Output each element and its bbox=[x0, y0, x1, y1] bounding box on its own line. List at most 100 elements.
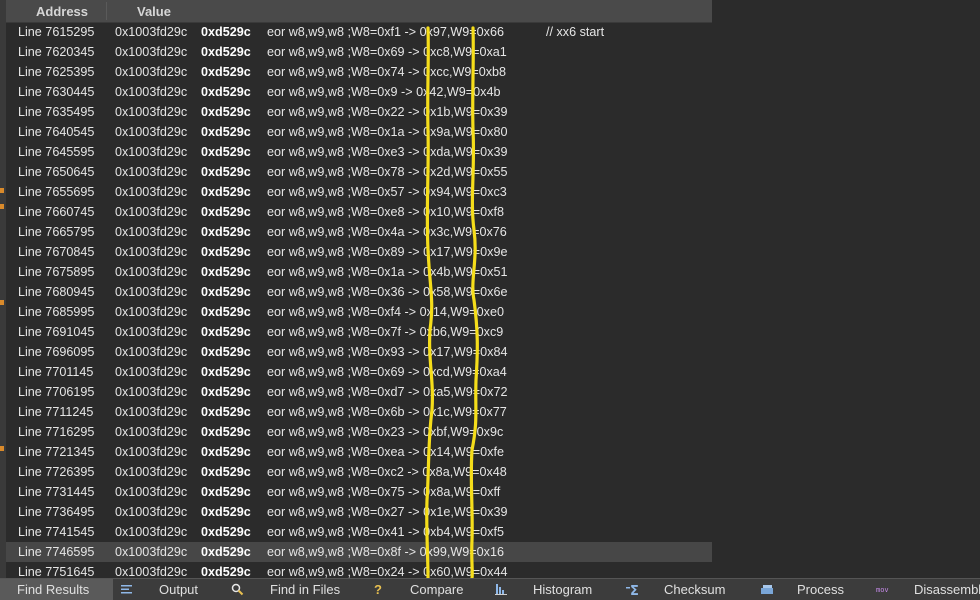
address-cell: 0x1003fd29c bbox=[115, 445, 188, 459]
instruction-cell: eor w8,w9,w8 ;W8=0x22 -> 0x1b,W9=0x39 bbox=[267, 105, 508, 119]
tab-find-results[interactable]: Find Results bbox=[0, 579, 113, 600]
line-number: Line 7726395 bbox=[18, 465, 95, 479]
address-cell: 0x1003fd29c bbox=[115, 265, 188, 279]
result-row[interactable]: Line 7635495 0x1003fd29c 0xd529c eor w8,w9,… bbox=[6, 102, 712, 122]
result-row[interactable]: Line 7751645 0x1003fd29c 0xd529c eor w8,w9,… bbox=[6, 562, 712, 578]
result-row[interactable]: Line 7696095 0x1003fd29c 0xd529c eor w8,w9,… bbox=[6, 342, 712, 362]
instruction-cell: eor w8,w9,w8 ;W8=0x7f -> 0xb6,W9=0xc9 bbox=[267, 325, 504, 339]
result-row[interactable]: Line 7665795 0x1003fd29c 0xd529c eor w8,w9,… bbox=[6, 222, 712, 242]
tab-checksum[interactable]: Σ Checksum bbox=[626, 579, 746, 600]
tab-disassembly[interactable]: mov Disassembly bbox=[876, 579, 980, 600]
line-number: Line 7751645 bbox=[18, 565, 95, 578]
line-number: Line 7696095 bbox=[18, 345, 95, 359]
result-row[interactable]: Line 7746595 0x1003fd29c 0xd529c eor w8,w9,… bbox=[6, 542, 712, 562]
value-cell: 0xd529c bbox=[201, 445, 251, 459]
address-cell: 0x1003fd29c bbox=[115, 345, 188, 359]
result-row[interactable]: Line 7660745 0x1003fd29c 0xd529c eor w8,w9,… bbox=[6, 202, 712, 222]
tab-label: Output bbox=[159, 582, 199, 597]
line-number: Line 7706195 bbox=[18, 385, 95, 399]
address-cell: 0x1003fd29c bbox=[115, 205, 188, 219]
tab-label: Histogram bbox=[533, 582, 593, 597]
address-cell: 0x1003fd29c bbox=[115, 25, 188, 39]
result-row[interactable]: Line 7721345 0x1003fd29c 0xd529c eor w8,w9,… bbox=[6, 442, 712, 462]
value-cell: 0xd529c bbox=[201, 465, 251, 479]
find-results-table: Address Value Line 7615295 0x1003fd29c 0xd… bbox=[6, 0, 712, 578]
result-row[interactable]: Line 7716295 0x1003fd29c 0xd529c eor w8,w9,… bbox=[6, 422, 712, 442]
instruction-cell: eor w8,w9,w8 ;W8=0x6b -> 0x1c,W9=0x77 bbox=[267, 405, 507, 419]
gutter-marker bbox=[0, 300, 4, 305]
value-cell: 0xd529c bbox=[201, 145, 251, 159]
result-row[interactable]: Line 7736495 0x1003fd29c 0xd529c eor w8,w9,… bbox=[6, 502, 712, 522]
line-number: Line 7711245 bbox=[18, 405, 94, 419]
find-in-files-icon bbox=[231, 583, 244, 596]
result-row[interactable]: Line 7645595 0x1003fd29c 0xd529c eor w8,w9,… bbox=[6, 142, 712, 162]
result-row[interactable]: Line 7680945 0x1003fd29c 0xd529c eor w8,w9,… bbox=[6, 282, 712, 302]
result-row[interactable]: Line 7706195 0x1003fd29c 0xd529c eor w8,w9,… bbox=[6, 382, 712, 402]
tab-label: Process bbox=[797, 582, 844, 597]
result-row[interactable]: Line 7670845 0x1003fd29c 0xd529c eor w8,w9,… bbox=[6, 242, 712, 262]
line-number: Line 7650645 bbox=[18, 165, 95, 179]
result-row[interactable]: Line 7620345 0x1003fd29c 0xd529c eor w8,w9,… bbox=[6, 42, 712, 62]
tab-process[interactable]: Process bbox=[760, 579, 870, 600]
bottom-tab-bar: Find Results Output Find in Files ? Comp… bbox=[0, 578, 980, 600]
tab-find-in-files[interactable]: Find in Files bbox=[230, 579, 350, 600]
line-number: Line 7731445 bbox=[18, 485, 95, 499]
value-cell: 0xd529c bbox=[201, 25, 251, 39]
result-row[interactable]: Line 7650645 0x1003fd29c 0xd529c eor w8,w9,… bbox=[6, 162, 712, 182]
result-row[interactable]: Line 7640545 0x1003fd29c 0xd529c eor w8,w9,… bbox=[6, 122, 712, 142]
line-number: Line 7615295 bbox=[18, 25, 95, 39]
svg-text:mov: mov bbox=[876, 586, 889, 594]
address-cell: 0x1003fd29c bbox=[115, 485, 188, 499]
address-cell: 0x1003fd29c bbox=[115, 425, 188, 439]
result-row[interactable]: Line 7726395 0x1003fd29c 0xd529c eor w8,w9,… bbox=[6, 462, 712, 482]
gutter-marker bbox=[0, 446, 4, 451]
column-separator[interactable] bbox=[106, 2, 107, 20]
tab-label: Disassembly bbox=[914, 582, 980, 597]
value-cell: 0xd529c bbox=[201, 245, 251, 259]
histogram-icon bbox=[495, 584, 507, 595]
result-row[interactable]: Line 7711245 0x1003fd29c 0xd529c eor w8,w9,… bbox=[6, 402, 712, 422]
result-row[interactable]: Line 7731445 0x1003fd29c 0xd529c eor w8,w9,… bbox=[6, 482, 712, 502]
value-cell: 0xd529c bbox=[201, 225, 251, 239]
address-cell: 0x1003fd29c bbox=[115, 65, 188, 79]
result-row[interactable]: Line 7691045 0x1003fd29c 0xd529c eor w8,w9,… bbox=[6, 322, 712, 342]
column-header-value[interactable]: Value bbox=[137, 4, 171, 19]
table-header: Address Value bbox=[6, 0, 712, 23]
result-row[interactable]: Line 7685995 0x1003fd29c 0xd529c eor w8,w9,… bbox=[6, 302, 712, 322]
instruction-cell: eor w8,w9,w8 ;W8=0x78 -> 0x2d,W9=0x55 bbox=[267, 165, 508, 179]
value-cell: 0xd529c bbox=[201, 405, 251, 419]
result-row[interactable]: Line 7741545 0x1003fd29c 0xd529c eor w8,w9,… bbox=[6, 522, 712, 542]
instruction-cell: eor w8,w9,w8 ;W8=0x69 -> 0xc8,W9=0xa1 bbox=[267, 45, 507, 59]
line-number: Line 7625395 bbox=[18, 65, 95, 79]
result-row[interactable]: Line 7630445 0x1003fd29c 0xd529c eor w8,w9,… bbox=[6, 82, 712, 102]
address-cell: 0x1003fd29c bbox=[115, 165, 188, 179]
tab-compare[interactable]: ? Compare bbox=[372, 579, 482, 600]
result-row[interactable]: Line 7675895 0x1003fd29c 0xd529c eor w8,w9,… bbox=[6, 262, 712, 282]
instruction-cell: eor w8,w9,w8 ;W8=0x23 -> 0xbf,W9=0x9c bbox=[267, 425, 504, 439]
address-cell: 0x1003fd29c bbox=[115, 105, 188, 119]
value-cell: 0xd529c bbox=[201, 205, 251, 219]
disassembly-icon: mov bbox=[876, 586, 889, 594]
instruction-cell: eor w8,w9,w8 ;W8=0xd7 -> 0xa5,W9=0x72 bbox=[267, 385, 508, 399]
column-header-address[interactable]: Address bbox=[36, 4, 88, 19]
tab-histogram[interactable]: Histogram bbox=[494, 579, 614, 600]
tab-output[interactable]: Output bbox=[120, 579, 220, 600]
result-row[interactable]: Line 7701145 0x1003fd29c 0xd529c eor w8,w9,… bbox=[6, 362, 712, 382]
value-cell: 0xd529c bbox=[201, 505, 251, 519]
line-number: Line 7665795 bbox=[18, 225, 95, 239]
instruction-cell: eor w8,w9,w8 ;W8=0xc2 -> 0x8a,W9=0x48 bbox=[267, 465, 507, 479]
address-cell: 0x1003fd29c bbox=[115, 185, 188, 199]
result-row[interactable]: Line 7615295 0x1003fd29c 0xd529c eor w8,w9,… bbox=[6, 22, 712, 42]
value-cell: 0xd529c bbox=[201, 325, 251, 339]
line-number: Line 7640545 bbox=[18, 125, 95, 139]
line-number: Line 7670845 bbox=[18, 245, 95, 259]
value-cell: 0xd529c bbox=[201, 165, 251, 179]
output-icon bbox=[121, 585, 132, 594]
instruction-cell: eor w8,w9,w8 ;W8=0xf4 -> 0x14,W9=0xe0 bbox=[267, 305, 504, 319]
result-row[interactable]: Line 7655695 0x1003fd29c 0xd529c eor w8,w9,… bbox=[6, 182, 712, 202]
svg-text:Σ: Σ bbox=[630, 584, 639, 596]
instruction-cell: eor w8,w9,w8 ;W8=0x8f -> 0x99,W9=0x16 bbox=[267, 545, 504, 559]
address-cell: 0x1003fd29c bbox=[115, 125, 188, 139]
address-cell: 0x1003fd29c bbox=[115, 405, 188, 419]
result-row[interactable]: Line 7625395 0x1003fd29c 0xd529c eor w8,w9,… bbox=[6, 62, 712, 82]
